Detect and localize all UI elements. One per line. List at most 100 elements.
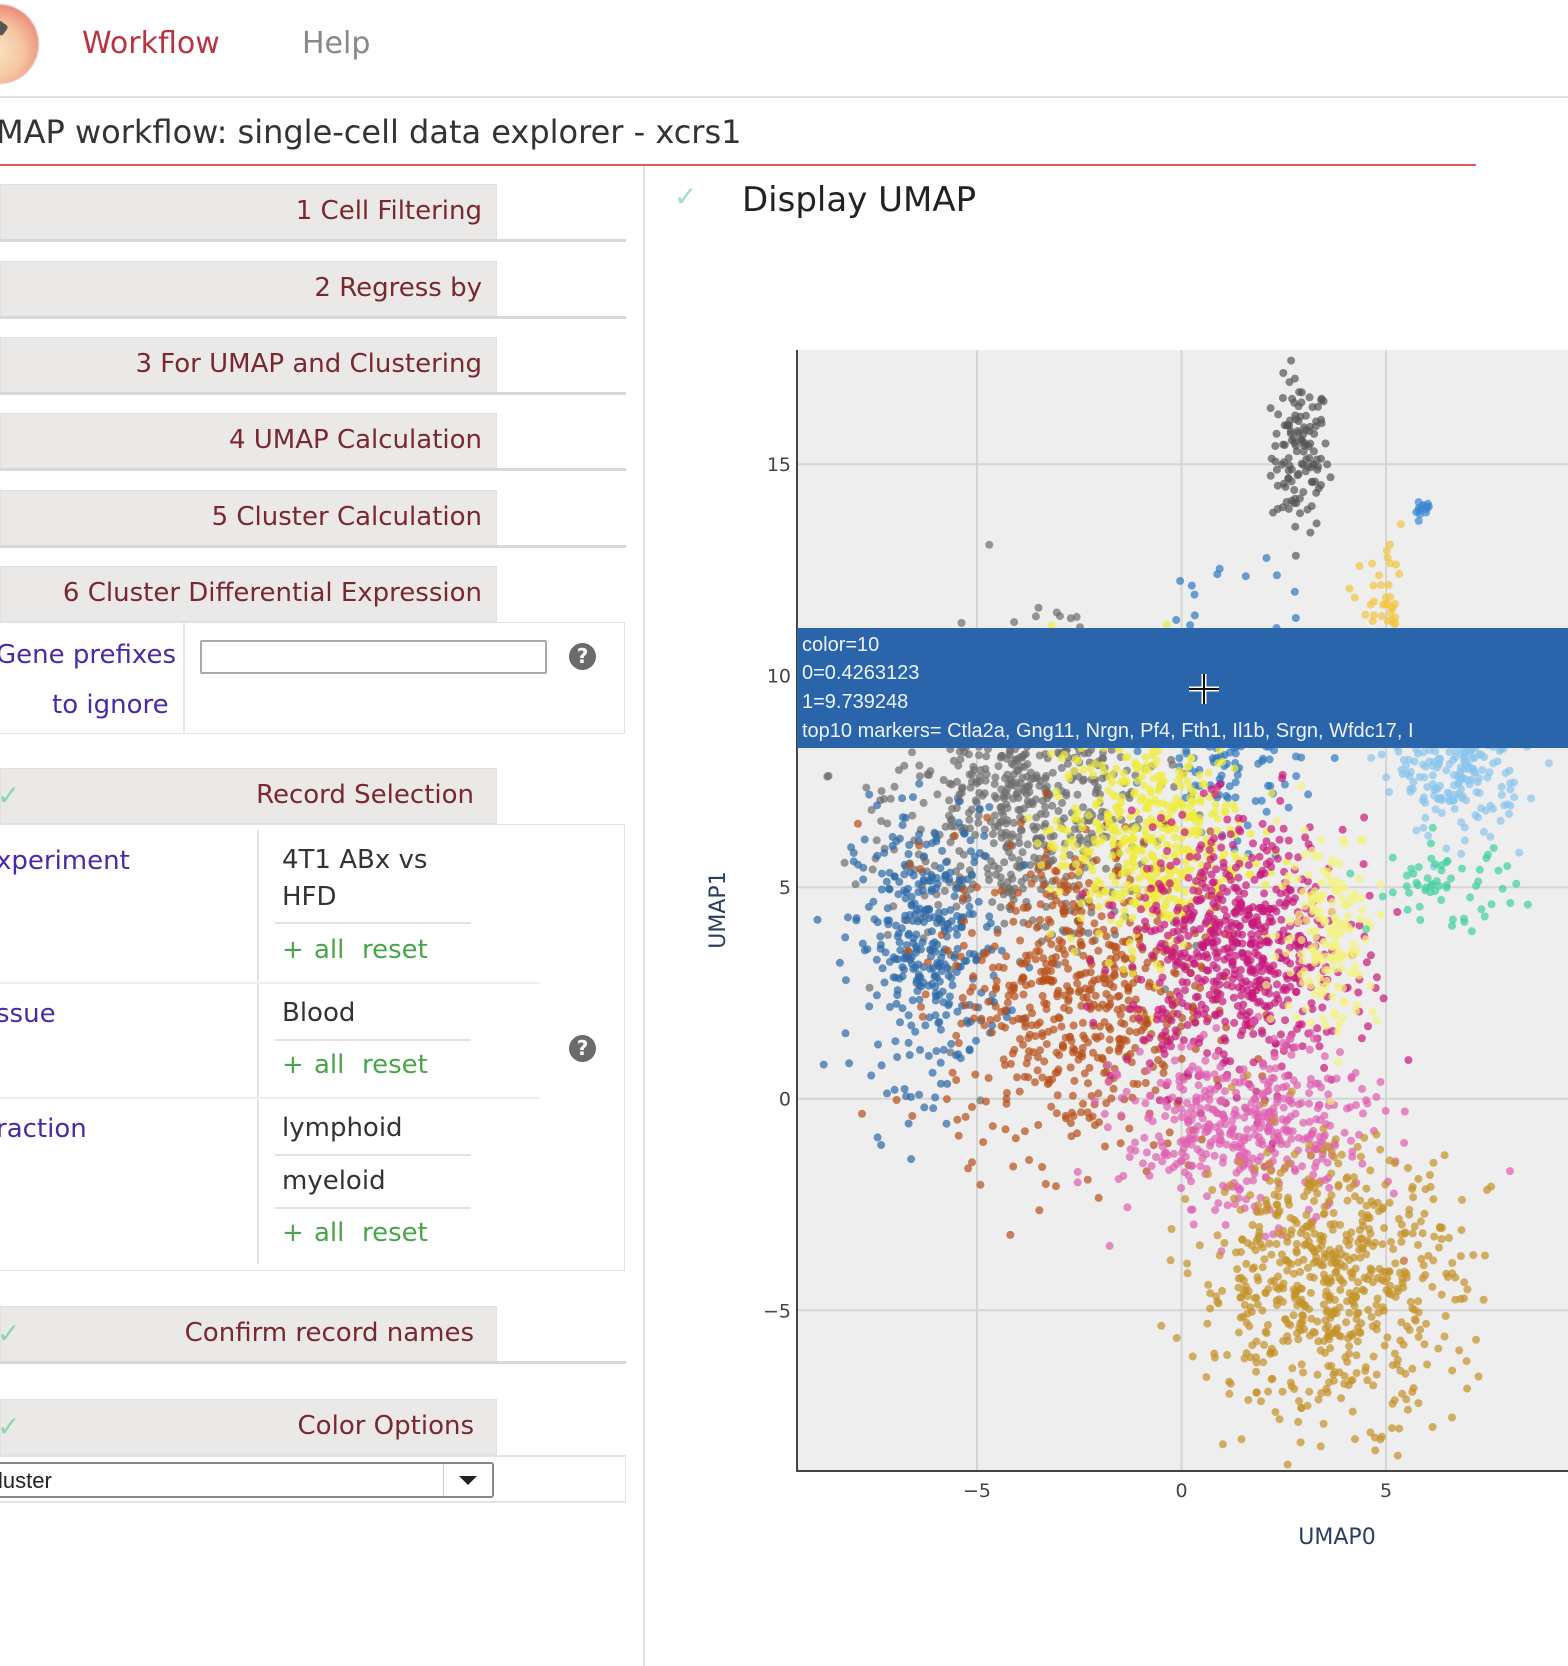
- data-point: [1102, 990, 1111, 998]
- data-point: [1173, 884, 1182, 893]
- data-point: [1167, 1225, 1176, 1233]
- data-point: [1076, 937, 1085, 946]
- data-point: [1287, 1134, 1296, 1143]
- data-point: [1424, 831, 1433, 840]
- data-point: [911, 963, 920, 972]
- data-point: [1351, 1007, 1360, 1016]
- data-point: [1149, 747, 1157, 756]
- data-point: [1209, 961, 1218, 970]
- data-point: [1220, 1188, 1229, 1196]
- data-point: [912, 942, 921, 951]
- data-point: [1354, 988, 1363, 997]
- data-point: [1302, 1211, 1311, 1219]
- data-point: [1135, 1047, 1144, 1056]
- data-point: [1421, 1185, 1430, 1194]
- data-point: [1218, 997, 1227, 1006]
- data-point: [1376, 1145, 1385, 1154]
- y-tick-label: 15: [767, 454, 791, 476]
- data-point: [1376, 880, 1385, 889]
- data-point: [1202, 917, 1211, 926]
- data-point: [1179, 771, 1188, 779]
- data-point: [1279, 1297, 1287, 1306]
- data-point: [1457, 818, 1466, 827]
- data-point: [971, 796, 980, 805]
- data-point: [1332, 1326, 1341, 1335]
- data-point: [1421, 1271, 1430, 1279]
- data-point: [1212, 865, 1221, 874]
- data-point: [1467, 927, 1476, 936]
- data-point: [1292, 772, 1301, 781]
- data-point: [1218, 757, 1227, 766]
- data-point: [898, 972, 907, 981]
- data-point: [1337, 1394, 1346, 1403]
- data-point: [1324, 1090, 1333, 1099]
- data-point: [1236, 922, 1244, 930]
- data-point: [877, 817, 886, 826]
- data-point: [1104, 1078, 1113, 1086]
- y-axis-title: UMAP1: [706, 871, 731, 948]
- data-point: [981, 764, 990, 773]
- data-point: [961, 1112, 970, 1121]
- data-point: [1282, 986, 1291, 995]
- data-point: [1297, 936, 1306, 944]
- data-point: [1202, 966, 1211, 975]
- data-point: [1172, 794, 1181, 803]
- data-point: [1366, 1166, 1375, 1175]
- data-point: [1070, 1076, 1079, 1085]
- data-point: [1475, 774, 1484, 783]
- data-point: [1135, 815, 1144, 824]
- data-point: [1218, 1074, 1227, 1083]
- data-point: [1391, 560, 1400, 569]
- data-point: [1193, 831, 1202, 840]
- data-point: [1177, 1156, 1186, 1165]
- data-point: [1141, 917, 1149, 926]
- data-point: [1047, 959, 1056, 968]
- data-point: [1243, 821, 1252, 830]
- umap-scatter-plot[interactable]: −5 0 5−5051015 UMAP0 UMAP1: [0, 0, 1568, 1666]
- data-point: [869, 897, 878, 906]
- data-point: [1317, 835, 1325, 844]
- data-point: [1462, 1357, 1471, 1366]
- data-point: [1258, 1306, 1267, 1315]
- data-point: [1105, 1002, 1113, 1011]
- data-point: [1259, 1099, 1268, 1108]
- data-point: [1260, 1255, 1269, 1264]
- data-point: [1089, 771, 1098, 780]
- data-point: [1079, 1099, 1087, 1108]
- data-point: [1238, 949, 1247, 958]
- data-point: [1320, 917, 1329, 925]
- data-point: [1270, 1276, 1279, 1285]
- data-point: [904, 946, 913, 955]
- data-point: [1178, 978, 1187, 987]
- data-point: [1477, 905, 1486, 914]
- data-point: [1199, 1030, 1208, 1039]
- data-point: [1160, 1150, 1169, 1159]
- data-point: [1278, 394, 1287, 402]
- data-point: [1056, 823, 1065, 832]
- data-point: [1292, 1013, 1301, 1022]
- data-point: [1290, 894, 1299, 903]
- data-point: [1220, 1239, 1229, 1247]
- data-point: [1094, 946, 1103, 955]
- data-point: [909, 871, 918, 880]
- data-point: [947, 780, 956, 789]
- data-point: [926, 767, 935, 776]
- data-point: [1065, 986, 1074, 995]
- data-point: [1367, 1312, 1376, 1321]
- data-point: [1250, 1164, 1259, 1173]
- data-point: [1440, 1151, 1449, 1160]
- data-point: [1167, 952, 1176, 961]
- data-point: [1259, 1059, 1268, 1068]
- data-point: [1118, 888, 1127, 897]
- data-point: [1408, 1229, 1417, 1238]
- data-point: [1376, 910, 1385, 919]
- data-point: [1060, 750, 1069, 759]
- data-point: [1255, 1139, 1264, 1147]
- data-point: [1377, 581, 1385, 590]
- data-point: [1456, 1295, 1465, 1303]
- data-point: [1151, 926, 1159, 935]
- data-point: [1212, 1024, 1221, 1033]
- data-point: [1301, 833, 1310, 842]
- data-point: [1302, 916, 1311, 924]
- data-point: [1311, 953, 1319, 962]
